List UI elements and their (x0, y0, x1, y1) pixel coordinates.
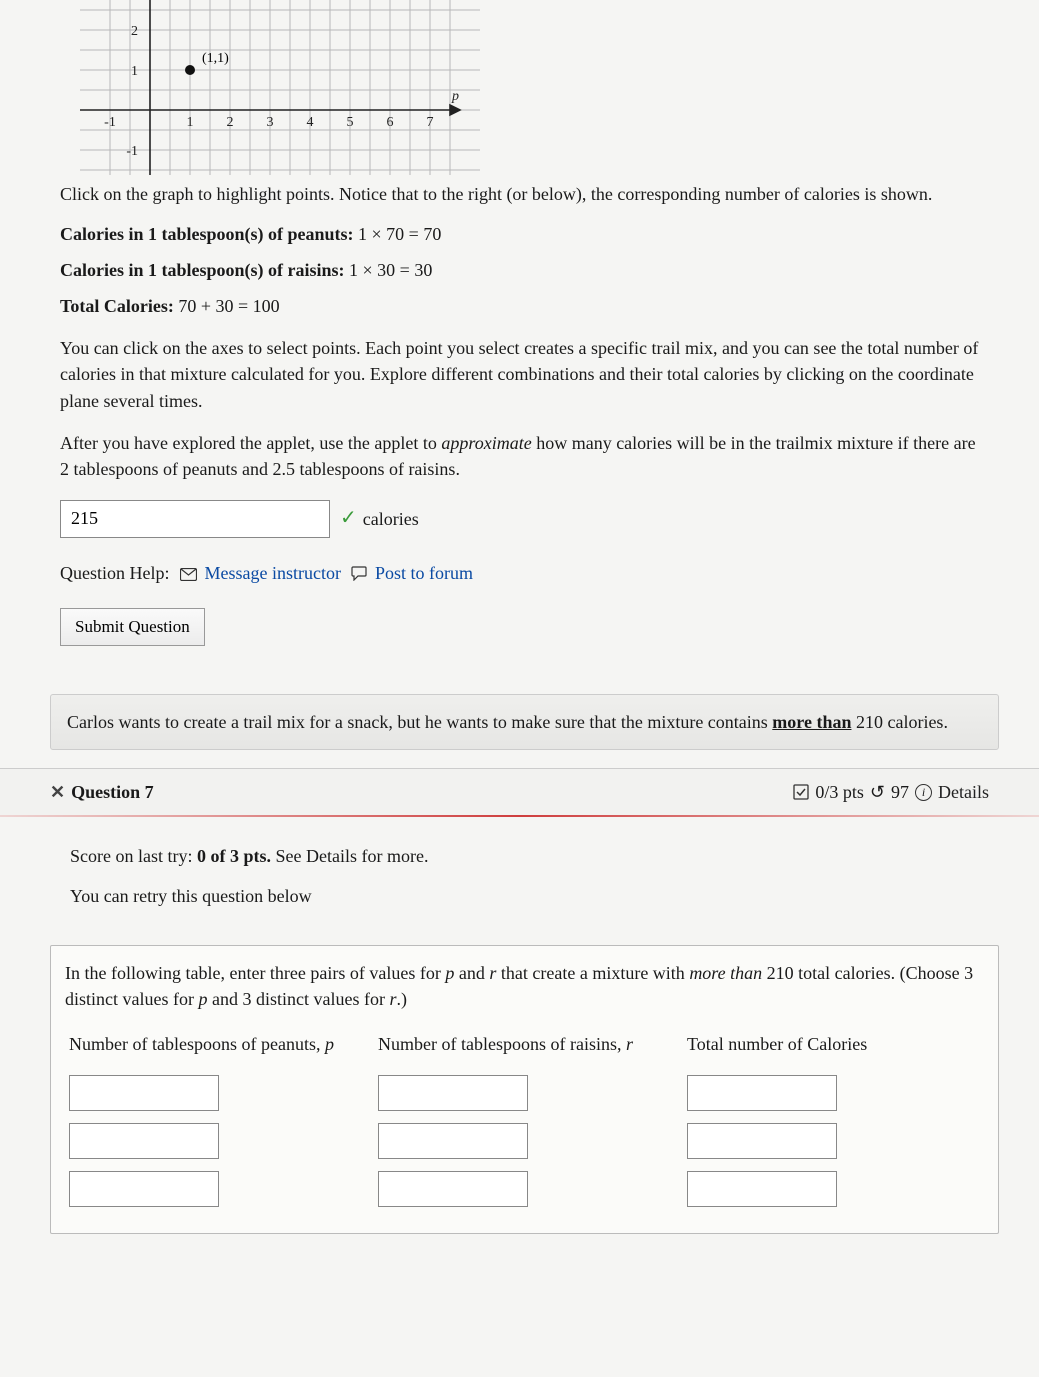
t-input-2[interactable] (687, 1123, 837, 1159)
svg-text:3: 3 (267, 115, 274, 130)
question-title: Question 7 (71, 779, 154, 805)
score-line: Score on last try: 0 of 3 pts. See Detai… (70, 843, 979, 869)
svg-text:1: 1 (187, 115, 194, 130)
svg-text:7: 7 (427, 115, 434, 130)
mail-icon (180, 562, 197, 588)
checkbox-icon (793, 784, 809, 800)
svg-text:4: 4 (307, 115, 314, 130)
svg-text:p: p (451, 89, 459, 104)
calc-raisins: Calories in 1 tablespoon(s) of raisins: … (60, 257, 989, 283)
retry-icon: ↺ (870, 779, 885, 805)
table-row (61, 1165, 988, 1213)
values-table: Number of tablespoons of peanuts, p Numb… (61, 1025, 988, 1213)
check-icon: ✓ (340, 504, 357, 533)
svg-text:1: 1 (131, 64, 138, 79)
info-icon: i (915, 784, 932, 801)
calories-unit: calories (363, 506, 419, 532)
r-input-1[interactable] (378, 1075, 528, 1111)
message-instructor-link[interactable]: Message instructor (205, 563, 341, 583)
col-header-r: Number of tablespoons of raisins, r (370, 1025, 679, 1069)
table-row (61, 1069, 988, 1117)
post-forum-link[interactable]: Post to forum (375, 563, 473, 583)
calories-input[interactable] (60, 500, 330, 538)
graph-instruction: Click on the graph to highlight points. … (60, 181, 989, 207)
svg-text:5: 5 (347, 115, 354, 130)
p-input-1[interactable] (69, 1075, 219, 1111)
table-row (61, 1117, 988, 1165)
task-paragraph: After you have explored the applet, use … (60, 430, 989, 482)
p-input-3[interactable] (69, 1171, 219, 1207)
svg-text:6: 6 (387, 115, 394, 130)
question-7-body: In the following table, enter three pair… (50, 945, 999, 1233)
details-link[interactable]: Details (938, 779, 989, 805)
t-input-3[interactable] (687, 1171, 837, 1207)
t-input-1[interactable] (687, 1075, 837, 1111)
submit-button[interactable]: Submit Question (60, 608, 205, 646)
svg-text:-1: -1 (126, 144, 138, 159)
retries-count: 97 (891, 779, 909, 805)
retry-line: You can retry this question below (70, 883, 979, 909)
svg-text:-1: -1 (104, 115, 116, 130)
calc-total: Total Calories: 70 + 30 = 100 (60, 293, 989, 319)
chat-icon (351, 562, 367, 588)
calc-peanuts: Calories in 1 tablespoon(s) of peanuts: … (60, 221, 989, 247)
svg-text:(1,1): (1,1) (202, 51, 229, 66)
context-box: Carlos wants to create a trail mix for a… (50, 694, 999, 750)
coordinate-graph[interactable]: 2 1 -1 -1 1 2 3 4 5 6 7 p (1,1) (80, 0, 989, 175)
r-input-2[interactable] (378, 1123, 528, 1159)
incorrect-icon: ✕ (50, 779, 65, 805)
points-text: 0/3 pts (815, 779, 864, 805)
p-input-2[interactable] (69, 1123, 219, 1159)
q7-intro: In the following table, enter three pair… (61, 956, 988, 1024)
col-header-p: Number of tablespoons of peanuts, p (61, 1025, 370, 1069)
explore-paragraph: You can click on the axes to select poin… (60, 335, 989, 413)
question-7-header: ✕ Question 7 0/3 pts ↺ 97 i Details (0, 768, 1039, 815)
svg-text:2: 2 (227, 115, 234, 130)
col-header-total: Total number of Calories (679, 1025, 988, 1069)
question-help: Question Help: Message instructor Post t… (60, 560, 989, 588)
r-input-3[interactable] (378, 1171, 528, 1207)
svg-text:2: 2 (131, 24, 138, 39)
